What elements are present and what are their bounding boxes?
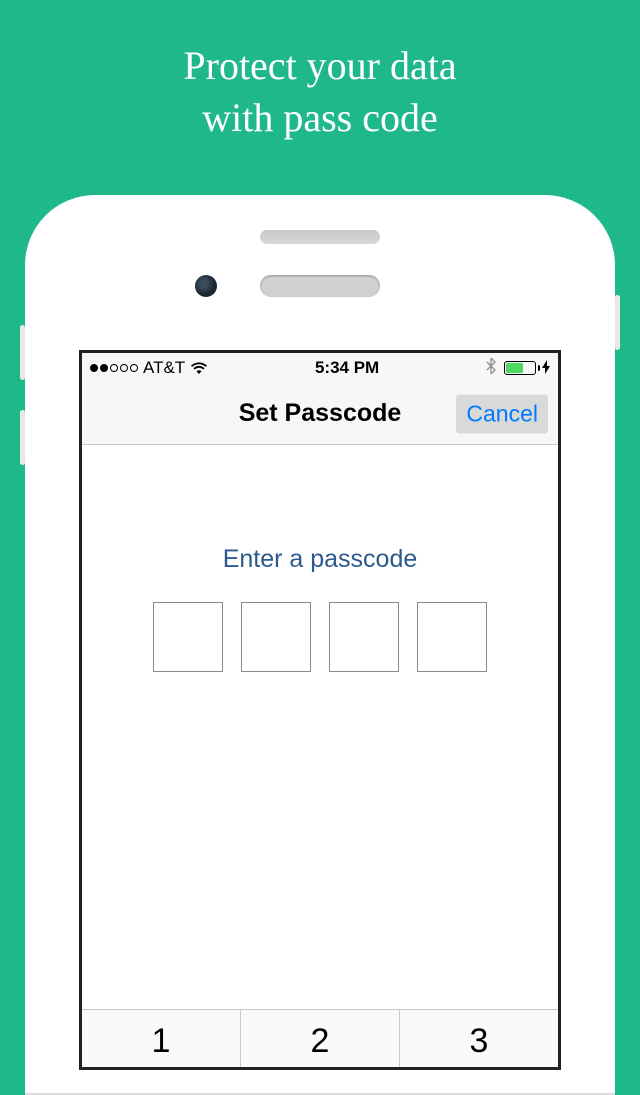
page-title: Set Passcode: [239, 399, 402, 428]
cellular-signal-icon: [90, 364, 138, 372]
passcode-digit-3[interactable]: [329, 602, 399, 672]
navigation-bar: Set Passcode Cancel: [82, 383, 558, 445]
phone-screen: AT&T 5:34 PM: [79, 350, 561, 1070]
bluetooth-icon: [486, 358, 496, 379]
battery-icon: [504, 360, 550, 377]
passcode-prompt: Enter a passcode: [82, 445, 558, 574]
keypad-key-3[interactable]: 3: [400, 1010, 558, 1067]
status-bar-right: [486, 358, 550, 379]
content-area: Enter a passcode 1 2 3: [82, 445, 558, 1067]
cancel-button[interactable]: Cancel: [456, 394, 548, 433]
keypad-key-2[interactable]: 2: [241, 1010, 400, 1067]
status-bar: AT&T 5:34 PM: [82, 353, 558, 383]
passcode-input-group: [82, 602, 558, 672]
phone-device-frame: AT&T 5:34 PM: [25, 195, 615, 1095]
status-bar-time: 5:34 PM: [315, 358, 379, 378]
charging-icon: [542, 360, 550, 377]
phone-earpiece-speaker: [260, 275, 380, 297]
numeric-keypad: 1 2 3: [82, 1009, 558, 1067]
promo-line-1: Protect your data: [0, 40, 640, 92]
promo-headline: Protect your data with pass code: [0, 0, 640, 144]
passcode-digit-2[interactable]: [241, 602, 311, 672]
phone-volume-up-button: [20, 325, 25, 380]
phone-proximity-sensor: [260, 230, 380, 244]
passcode-digit-1[interactable]: [153, 602, 223, 672]
carrier-label: AT&T: [143, 358, 185, 378]
phone-power-button: [615, 295, 620, 350]
wifi-icon: [190, 362, 208, 375]
keypad-key-1[interactable]: 1: [82, 1010, 241, 1067]
phone-volume-down-button: [20, 410, 25, 465]
phone-front-camera: [195, 275, 217, 297]
status-bar-left: AT&T: [90, 358, 208, 378]
passcode-digit-4[interactable]: [417, 602, 487, 672]
promo-line-2: with pass code: [0, 92, 640, 144]
